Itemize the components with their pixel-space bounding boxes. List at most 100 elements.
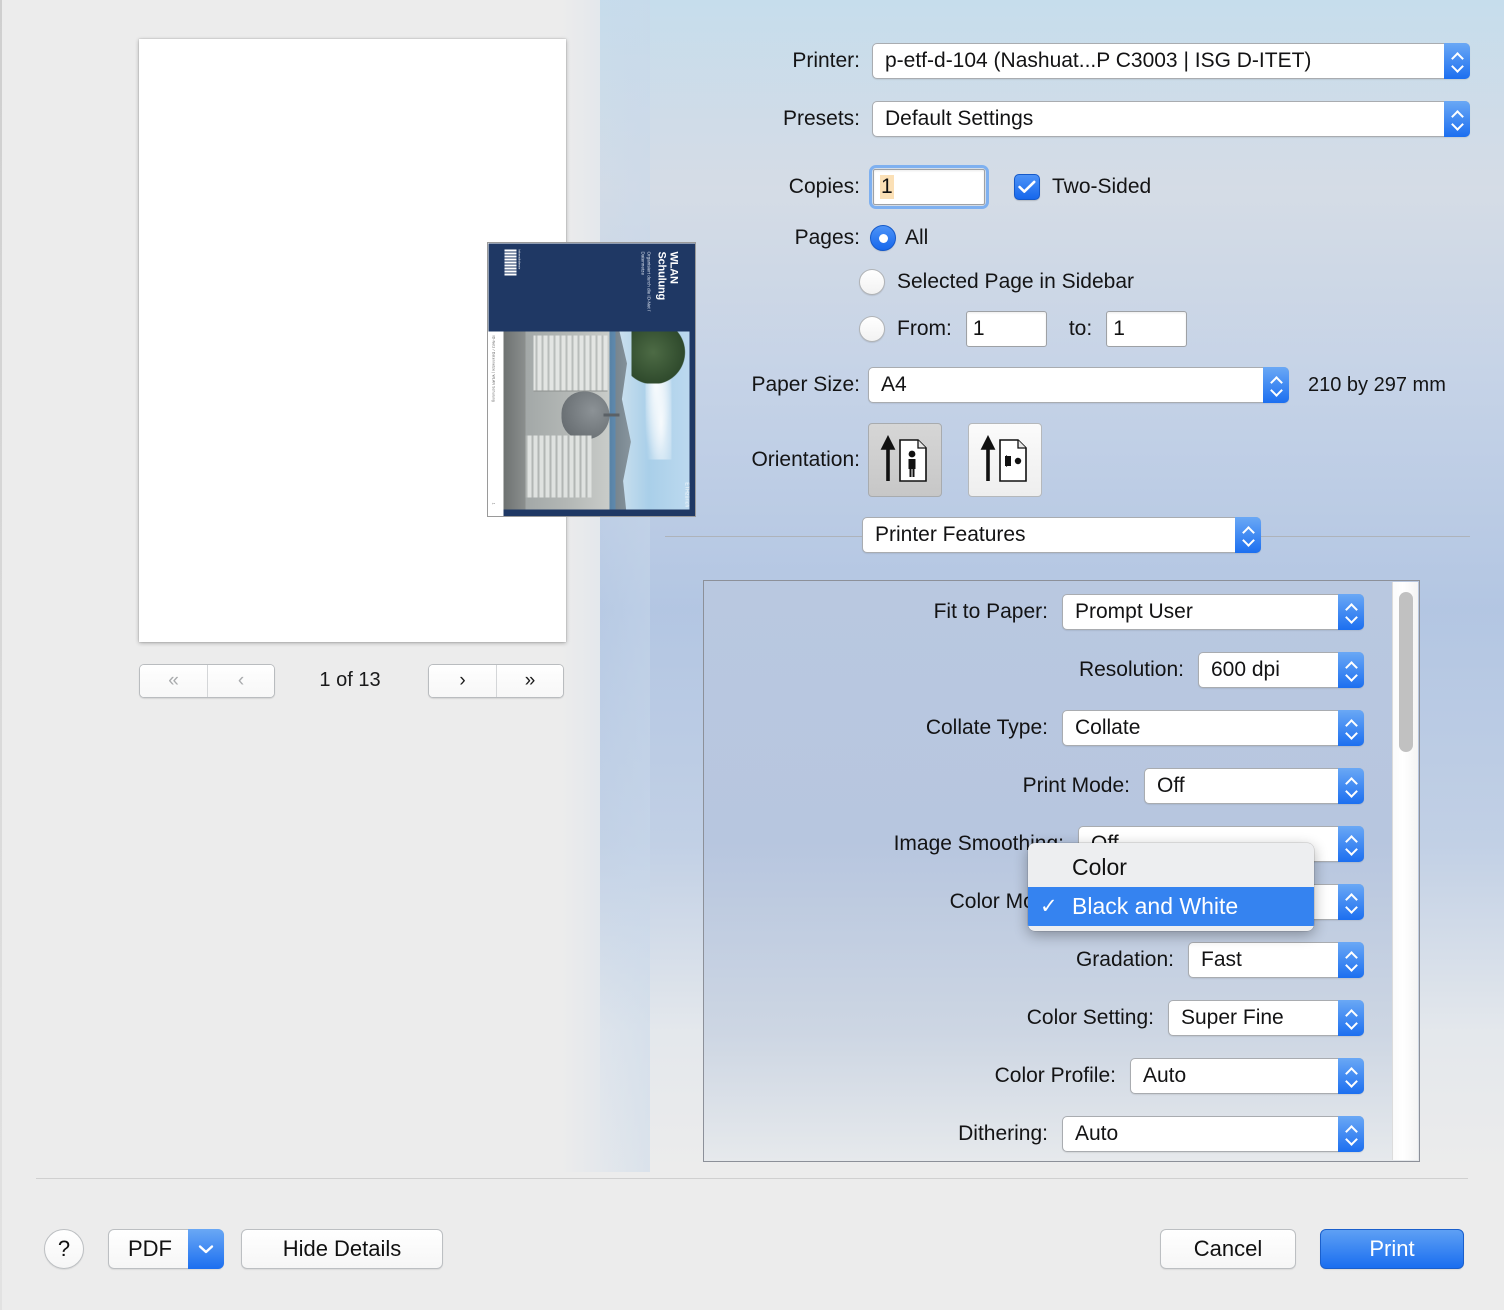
- pane-popup-row: Printer Features: [862, 517, 1261, 553]
- photo-building-right: [525, 435, 591, 497]
- feature-row-dithering: Dithering: Auto: [704, 1116, 1364, 1152]
- paper-size-label: Paper Size:: [751, 373, 860, 396]
- print-dialog: WLAN Schulung Organisiert durch die ID-N…: [0, 0, 1504, 1310]
- feature-value: 600 dpi: [1211, 658, 1280, 681]
- printer-popup[interactable]: p-etf-d-104 (Nashuat...P C3003 | ISG D-I…: [872, 43, 1470, 79]
- fit-to-paper-popup[interactable]: Prompt User: [1062, 594, 1364, 630]
- color-mode-dropdown-menu: Color ✓ Black and White: [1028, 843, 1314, 931]
- orientation-label: Orientation:: [751, 448, 860, 471]
- pdf-button[interactable]: PDF: [108, 1229, 224, 1269]
- pages-to-value: 1: [1113, 317, 1125, 340]
- slide-band-right: [488, 509, 695, 516]
- next-page-button[interactable]: ›: [429, 665, 496, 697]
- gradation-popup[interactable]: Fast: [1188, 942, 1364, 978]
- copies-label: Copies:: [788, 175, 860, 198]
- two-sided-checkbox[interactable]: [1014, 174, 1040, 200]
- chevron-updown-icon: [1338, 942, 1364, 978]
- color-setting-popup[interactable]: Super Fine: [1168, 1000, 1364, 1036]
- copies-field-focus-ring: 1: [869, 165, 989, 209]
- preview-page-sheet: WLAN Schulung Organisiert durch die ID-N…: [139, 39, 696, 642]
- color-profile-popup[interactable]: Auto: [1130, 1058, 1364, 1094]
- first-page-button[interactable]: «: [140, 665, 207, 697]
- printer-features-popup[interactable]: Printer Features: [862, 517, 1261, 553]
- feature-label: Fit to Paper:: [933, 600, 1048, 623]
- slide-page-number: 1: [491, 502, 495, 504]
- chevron-updown-icon: [1263, 367, 1289, 403]
- slide-subtitle: Organisiert durch die ID-Net / Datennetz…: [640, 251, 651, 311]
- cancel-button[interactable]: Cancel: [1160, 1229, 1296, 1269]
- printer-value: p-etf-d-104 (Nashuat...P C3003 | ISG D-I…: [885, 49, 1312, 72]
- chevron-updown-icon: [1338, 884, 1364, 920]
- pages-range-row: From: 1 to: 1: [859, 311, 1188, 347]
- slide-band-top: [689, 331, 695, 516]
- pages-selected-row: Selected Page in Sidebar: [859, 269, 1134, 295]
- last-page-button[interactable]: »: [496, 665, 563, 697]
- orientation-landscape-button[interactable]: [968, 423, 1042, 497]
- menu-item-black-and-white[interactable]: ✓ Black and White: [1028, 887, 1314, 926]
- hide-details-button[interactable]: Hide Details: [241, 1229, 443, 1269]
- pane-popup-value: Printer Features: [875, 523, 1026, 546]
- chevron-down-icon: [188, 1229, 224, 1269]
- presets-label: Presets:: [782, 107, 860, 130]
- chevron-updown-icon: [1444, 101, 1470, 137]
- collate-type-popup[interactable]: Collate: [1062, 710, 1364, 746]
- pages-selected-radio[interactable]: [859, 269, 885, 295]
- feature-row-gradation: Gradation: Fast: [704, 942, 1364, 978]
- paper-size-popup[interactable]: A4: [868, 367, 1289, 403]
- pages-all-label: All: [905, 226, 929, 249]
- chevron-updown-icon: [1338, 1000, 1364, 1036]
- print-button[interactable]: Print: [1320, 1229, 1464, 1269]
- eth-logo: ETHzürich: [683, 482, 689, 507]
- feature-label: Resolution:: [1078, 658, 1184, 681]
- features-scrollbar-thumb[interactable]: [1399, 592, 1413, 752]
- menu-item-color[interactable]: Color: [1028, 848, 1314, 887]
- previous-page-button[interactable]: ‹: [207, 665, 274, 697]
- photo-spire: [603, 413, 619, 416]
- feature-row-fit-to-paper: Fit to Paper: Prompt User: [704, 594, 1364, 630]
- feature-label: Collate Type:: [925, 716, 1048, 739]
- preview-slide-thumbnail: WLAN Schulung Organisiert durch die ID-N…: [487, 242, 696, 517]
- printer-label: Printer:: [792, 49, 860, 72]
- slide-footer: ID-Netz / Datennetze | WLAN Schulung: [491, 335, 495, 402]
- pages-selected-label: Selected Page in Sidebar: [897, 270, 1134, 293]
- slide-title: WLAN Schulung: [654, 251, 679, 300]
- landscape-icon: [980, 435, 1027, 482]
- pages-all-radio[interactable]: [870, 225, 896, 251]
- features-scrollbar[interactable]: [1392, 582, 1418, 1160]
- help-button[interactable]: ?: [44, 1229, 84, 1269]
- dithering-popup[interactable]: Auto: [1062, 1116, 1364, 1152]
- feature-value: Collate: [1075, 716, 1141, 739]
- copies-input[interactable]: 1: [873, 169, 985, 205]
- chevron-updown-icon: [1338, 826, 1364, 862]
- chevron-updown-icon: [1338, 652, 1364, 688]
- chevron-updown-icon: [1338, 594, 1364, 630]
- feature-value: Auto: [1075, 1122, 1119, 1145]
- eth-logo-main: ETH: [683, 481, 689, 493]
- feature-row-resolution: Resolution: 600 dpi: [704, 652, 1364, 688]
- slide-barcode-logo: [504, 249, 516, 275]
- presets-popup[interactable]: Default Settings: [872, 101, 1470, 137]
- pages-from-label: From:: [897, 317, 952, 340]
- slide-band-bottom: [488, 331, 503, 516]
- resolution-popup[interactable]: 600 dpi: [1198, 652, 1364, 688]
- copies-value: 1: [880, 175, 894, 199]
- pages-from-input[interactable]: 1: [965, 311, 1047, 347]
- slide-photo: [503, 331, 689, 509]
- feature-value: Auto: [1143, 1064, 1187, 1087]
- pages-range-radio[interactable]: [859, 316, 885, 342]
- chevron-updown-icon: [1235, 517, 1261, 553]
- print-mode-popup[interactable]: Off: [1144, 768, 1364, 804]
- eth-logo-sub: zürich: [683, 492, 689, 507]
- nav-group-forward: › »: [428, 664, 564, 698]
- portrait-icon: [880, 435, 927, 482]
- menu-item-label: Color: [1072, 854, 1127, 880]
- pages-from-value: 1: [972, 317, 985, 340]
- feature-row-collate-type: Collate Type: Collate: [704, 710, 1364, 746]
- slide-content: WLAN Schulung Organisiert durch die ID-N…: [488, 243, 695, 516]
- menu-item-label: Black and White: [1072, 893, 1239, 919]
- photo-building-left: [533, 335, 607, 391]
- orientation-portrait-button[interactable]: [868, 423, 942, 497]
- pages-to-input[interactable]: 1: [1106, 311, 1188, 347]
- presets-row: Presets: Default Settings: [748, 101, 1470, 137]
- pages-all-row: Pages: All: [761, 225, 928, 251]
